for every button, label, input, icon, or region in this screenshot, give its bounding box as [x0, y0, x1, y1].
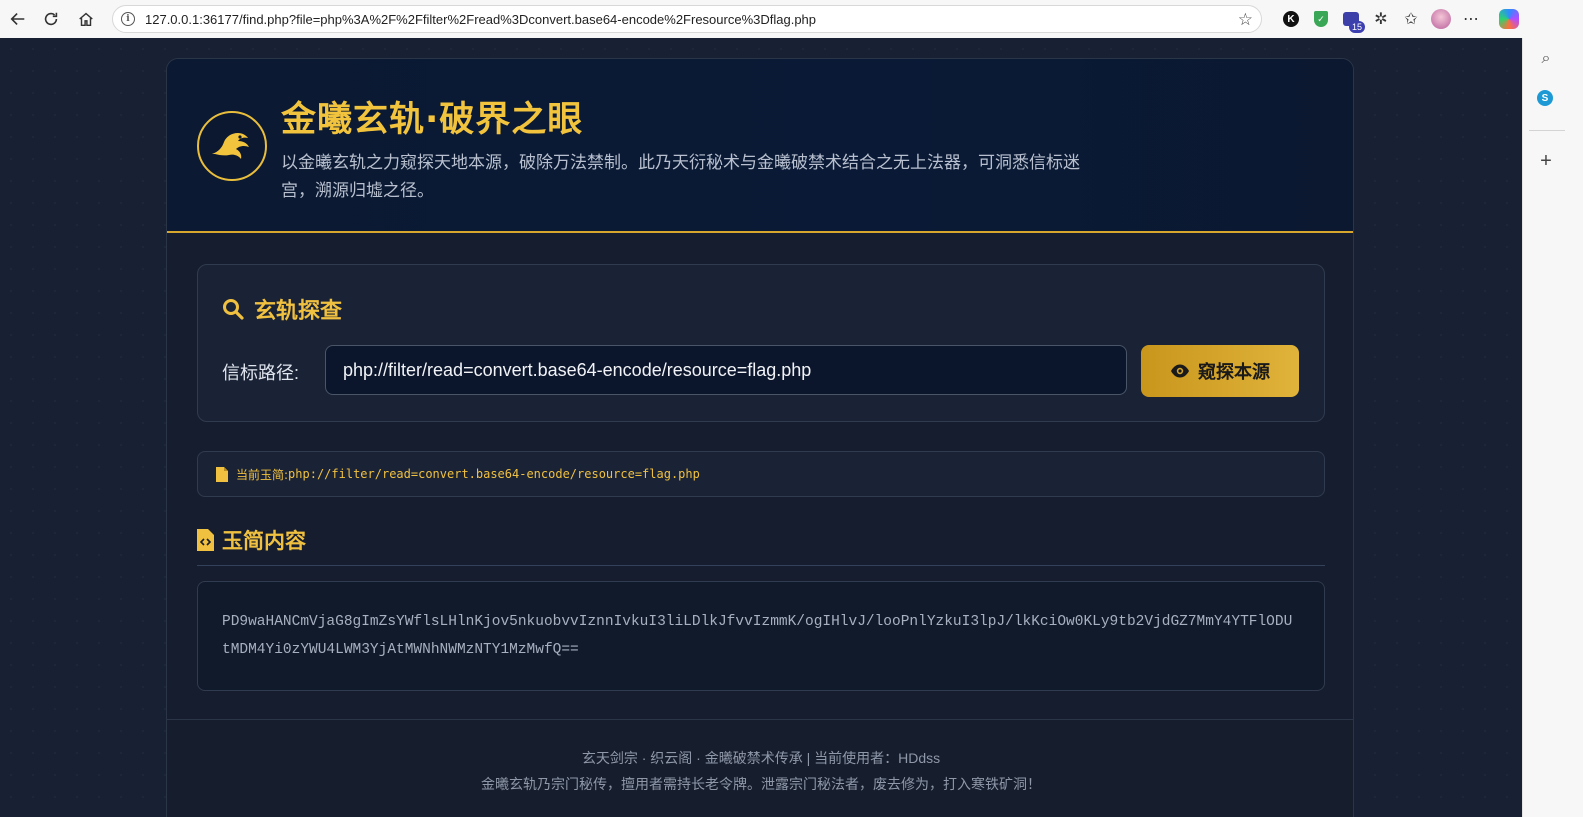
- shield-icon: ✓: [1314, 11, 1328, 27]
- profile-button[interactable]: [1426, 6, 1456, 32]
- eye-icon: [1171, 364, 1189, 378]
- file-code-icon: [197, 529, 214, 551]
- dragon-logo-icon: [197, 111, 267, 181]
- path-input[interactable]: [325, 345, 1127, 395]
- extension-count-badge: 15: [1348, 21, 1365, 33]
- extensions-bar: K ✓ 15 ✲ ✩ ⋯: [1276, 6, 1524, 33]
- page-footer: 玄天剑宗 · 织云阁 · 金曦破禁术传承 | 当前使用者：HDdss 金曦玄轨乃…: [167, 719, 1353, 817]
- page-content: 金曦玄轨·破界之眼 以金曦玄轨之力窥探天地本源，破除万法禁制。此乃天衍秘术与金曦…: [0, 38, 1522, 817]
- content-heading-text: 玉简内容: [222, 530, 306, 553]
- extensions-puzzle[interactable]: ✲: [1366, 6, 1396, 32]
- more-icon: ⋯: [1463, 11, 1479, 28]
- probe-button-label: 窥探本源: [1198, 362, 1270, 382]
- footer-line1: 玄天剑宗 · 织云阁 · 金曦破禁术传承 | 当前使用者：HDdss: [581, 750, 941, 766]
- more-menu-button[interactable]: ⋯: [1456, 6, 1486, 32]
- refresh-icon[interactable]: [33, 1, 69, 37]
- extension-badge[interactable]: 15: [1336, 6, 1366, 33]
- browser-toolbar: i 127.0.0.1:36177/find.php?file=php%3A%2…: [0, 0, 1583, 38]
- address-bar[interactable]: i 127.0.0.1:36177/find.php?file=php%3A%2…: [112, 5, 1262, 33]
- search-icon: [223, 299, 244, 320]
- star-icon[interactable]: ☆: [1238, 10, 1253, 30]
- content-output: PD9waHANCmVjaG8gImZsYWflsLHlnKjov5nkuobv…: [197, 581, 1325, 691]
- extension-shield[interactable]: ✓: [1306, 6, 1336, 32]
- hero-header: 金曦玄轨·破界之眼 以金曦玄轨之力窥探天地本源，破除万法禁制。此乃天衍秘术与金曦…: [167, 59, 1353, 233]
- content-heading: 玉简内容: [197, 525, 306, 555]
- current-scroll-bar: 当前玉简: php://filter/read=convert.base64-e…: [197, 451, 1325, 497]
- skype-icon[interactable]: S: [1537, 90, 1553, 106]
- page-description: 以金曦玄轨之力窥探天地本源，破除万法禁制。此乃天衍秘术与金曦破禁术结合之无上法器…: [281, 153, 1080, 200]
- main-card: 金曦玄轨·破界之眼 以金曦玄轨之力窥探天地本源，破除万法禁制。此乃天衍秘术与金曦…: [166, 58, 1354, 817]
- avatar: [1431, 9, 1451, 29]
- copilot-icon: [1499, 9, 1519, 29]
- probe-button[interactable]: 窥探本源: [1141, 345, 1299, 397]
- file-icon: [216, 466, 228, 482]
- favorites-button[interactable]: ✩: [1396, 6, 1426, 32]
- probe-heading: 玄轨探查: [222, 293, 342, 325]
- favorites-icon: ✩: [1404, 11, 1418, 28]
- extension-k[interactable]: K: [1276, 6, 1306, 32]
- path-label: 信标路径:: [222, 363, 300, 383]
- sidebar-search-icon[interactable]: ⌕: [1537, 50, 1555, 68]
- probe-panel: 玄轨探查 信标路径: 窥探本源: [197, 264, 1325, 422]
- k-extension-icon: K: [1283, 11, 1299, 27]
- address-url[interactable]: 127.0.0.1:36177/find.php?file=php%3A%2F%…: [145, 12, 816, 27]
- footer-line2: 金曦玄轨乃宗门秘传，擅用者需持长老令牌。泄露宗门秘法者，废去修为，打入寒铁矿洞！: [481, 776, 1041, 792]
- copilot-button[interactable]: [1494, 6, 1524, 32]
- info-icon[interactable]: i: [121, 12, 135, 26]
- sidebar-divider: [1529, 130, 1565, 131]
- puzzle-icon: ✲: [1374, 11, 1388, 28]
- probe-heading-text: 玄轨探查: [254, 298, 343, 323]
- home-icon[interactable]: [68, 1, 104, 37]
- back-icon[interactable]: [0, 1, 36, 37]
- current-scroll-label: 当前玉简:: [236, 467, 289, 482]
- add-icon[interactable]: +: [1537, 150, 1555, 172]
- current-scroll-value: php://filter/read=convert.base64-encode/…: [288, 467, 700, 481]
- browser-sidebar: ⌕ S +: [1522, 38, 1583, 817]
- page-title: 金曦玄轨·破界之眼: [281, 100, 584, 140]
- content-divider: [197, 565, 1325, 566]
